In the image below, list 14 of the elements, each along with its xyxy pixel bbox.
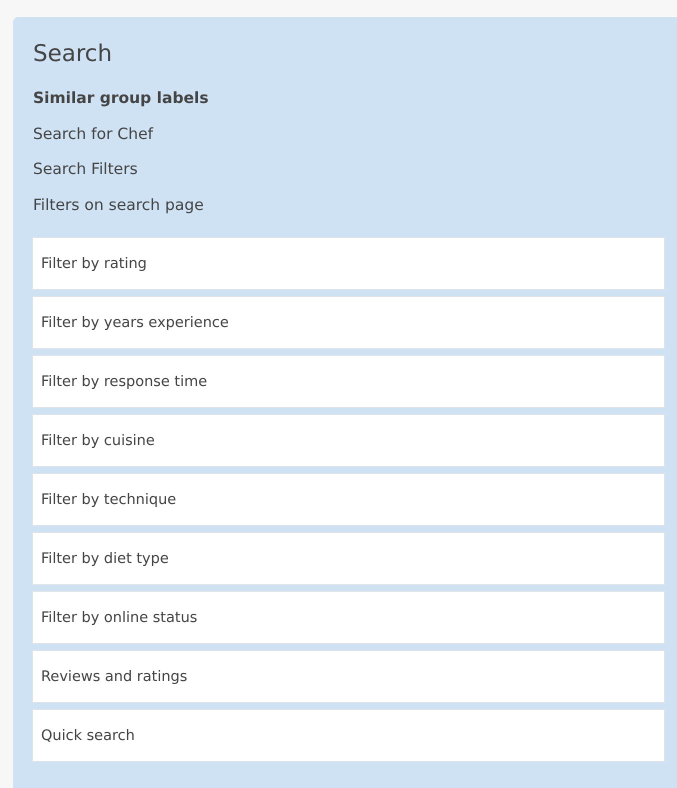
list-item[interactable]: Filter by technique (32, 473, 665, 526)
group-link[interactable]: Filters on search page (33, 188, 204, 223)
group-link[interactable]: Search for Chef (33, 116, 154, 152)
list-item[interactable]: Reviews and ratings (32, 650, 665, 703)
list-item[interactable]: Filter by response time (32, 355, 665, 408)
list-item[interactable]: Filter by online status (32, 591, 665, 644)
list-item[interactable]: Filter by cuisine (32, 414, 665, 467)
list-item[interactable]: Filter by diet type (32, 532, 665, 585)
list-item[interactable]: Filter by rating (32, 237, 665, 290)
group-link[interactable]: Search Filters (33, 152, 138, 188)
list-item[interactable]: Quick search (32, 709, 665, 762)
group-link[interactable]: Similar group labels (33, 81, 209, 116)
list-item[interactable]: Filter by years experience (32, 296, 665, 349)
panel-title: Search (33, 40, 114, 69)
